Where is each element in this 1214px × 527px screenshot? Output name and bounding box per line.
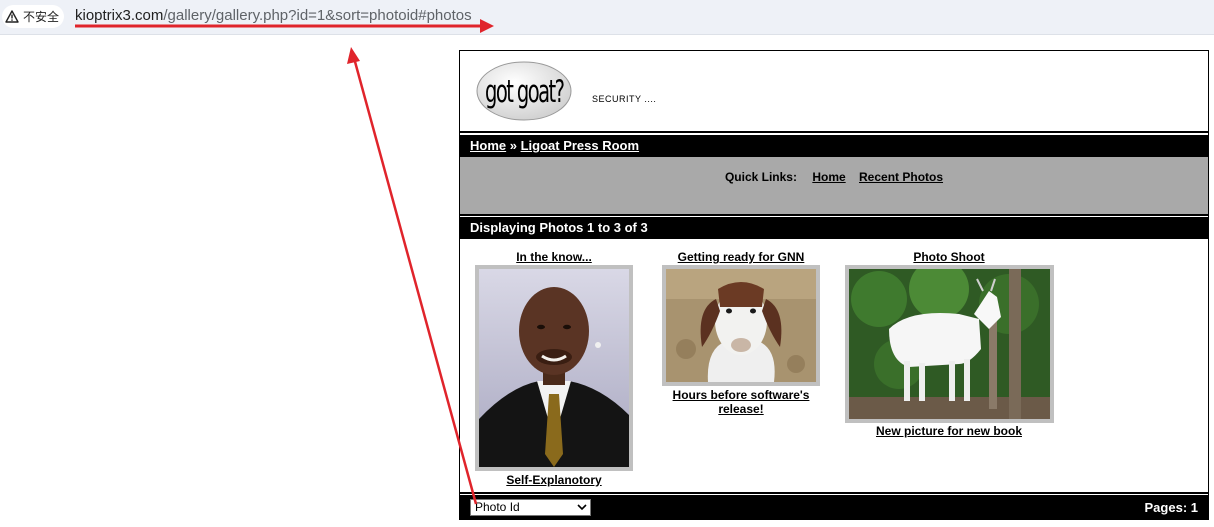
photo-item: Getting ready for GNN Hours before softw… — [661, 250, 821, 416]
url-path: /gallery/gallery.php?id=1&sort=photoid#p… — [163, 7, 472, 24]
photo-thumbnail[interactable] — [844, 265, 1054, 423]
logo-text: got goat? — [485, 73, 565, 110]
photo-caption-link[interactable]: New picture for new book — [876, 424, 1022, 438]
quick-links-label: Quick Links: — [724, 170, 797, 184]
chevron-down-icon — [577, 504, 587, 511]
breadcrumb-home-link[interactable]: Home — [470, 138, 506, 153]
footer-bar: Photo Id Pages: 1 — [460, 495, 1208, 519]
pagination: Pages: 1 — [1144, 500, 1198, 515]
photo-title-link[interactable]: Getting ready for GNN — [678, 250, 805, 264]
browser-address-bar: 不安全 kioptrix3.com/gallery/gallery.php?id… — [0, 0, 1214, 35]
sort-select-value: Photo Id — [475, 500, 520, 514]
page-link[interactable]: 1 — [1191, 500, 1198, 515]
warning-icon — [5, 10, 19, 23]
photo-title-link[interactable]: Photo Shoot — [913, 250, 984, 264]
photo-item: Photo Shoot New picture for new book — [844, 250, 1054, 438]
divider — [460, 214, 1208, 216]
url-field[interactable]: kioptrix3.com/gallery/gallery.php?id=1&s… — [75, 7, 472, 24]
annotation-pointer-arrow — [347, 47, 478, 505]
url-host: kioptrix3.com — [75, 7, 164, 24]
breadcrumb-separator: » — [506, 138, 521, 153]
site-tagline: SECURITY .... — [592, 94, 657, 104]
divider — [460, 492, 1208, 494]
sort-select[interactable]: Photo Id — [470, 499, 591, 516]
photo-thumbnail[interactable] — [662, 265, 820, 386]
breadcrumb: Home » Ligoat Press Room — [460, 135, 1208, 157]
divider — [460, 131, 1208, 133]
display-count-bar: Displaying Photos 1 to 3 of 3 — [460, 217, 1208, 239]
site-logo[interactable]: got goat? — [476, 61, 572, 121]
breadcrumb-current-link[interactable]: Ligoat Press Room — [521, 138, 639, 153]
quick-link-recent-photos[interactable]: Recent Photos — [859, 170, 943, 184]
quick-links-bar: Quick Links: Home Recent Photos — [460, 157, 1208, 214]
photo-title-link[interactable]: In the know... — [516, 250, 592, 264]
site-header: got goat? SECURITY .... — [460, 51, 1208, 131]
photo-thumbnail[interactable] — [475, 265, 633, 471]
photo-caption-link[interactable]: Hours before software's release! — [673, 388, 810, 416]
photo-caption-link[interactable]: Self-Explanotory — [506, 473, 601, 487]
gallery-page: got goat? SECURITY .... Home » Ligoat Pr… — [459, 50, 1209, 520]
security-indicator[interactable]: 不安全 — [2, 5, 64, 28]
security-label: 不安全 — [23, 10, 60, 24]
quick-link-home[interactable]: Home — [812, 170, 845, 184]
photo-item: In the know... Self-Explanotory — [470, 250, 638, 487]
